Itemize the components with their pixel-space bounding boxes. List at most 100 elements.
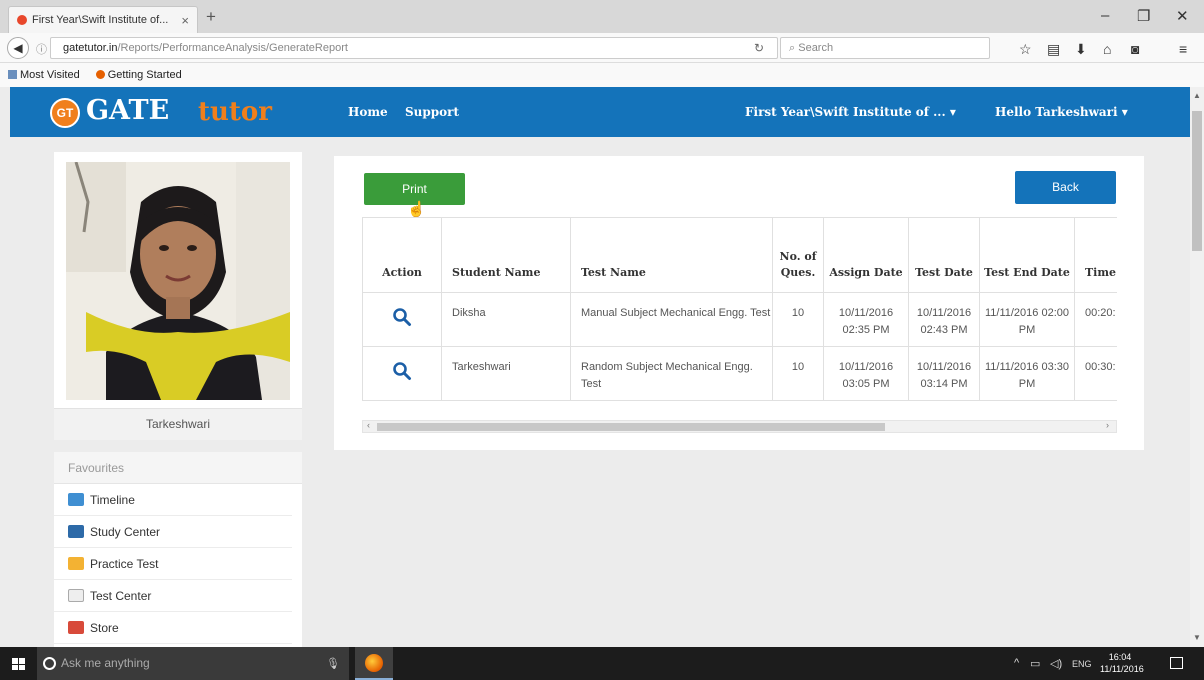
hand-cursor-icon: ☝ (407, 201, 426, 218)
magnifier-icon[interactable] (392, 307, 412, 327)
scrollbar-thumb[interactable] (1192, 111, 1202, 251)
window-close-icon[interactable]: ✕ (1176, 7, 1189, 25)
url-path: /Reports/PerformanceAnalysis/GenerateRep… (117, 42, 348, 54)
info-icon[interactable]: ⓘ (36, 41, 47, 57)
cortana-search-box[interactable]: Ask me anything (37, 647, 349, 680)
url-host: gatetutor.in (63, 42, 118, 54)
column-header[interactable]: Student Name (441, 217, 571, 293)
scroll-up-icon[interactable]: ▲ (1193, 91, 1201, 100)
scroll-right-icon[interactable]: › (1106, 420, 1109, 430)
site-favicon-icon (17, 15, 27, 25)
reading-list-icon[interactable]: ▤ (1047, 41, 1060, 58)
fav-item-study-center[interactable]: Study Center (54, 516, 292, 548)
scroll-down-icon[interactable]: ▼ (1193, 633, 1201, 642)
microphone-icon[interactable]: 🎙 (326, 657, 340, 670)
pocket-icon[interactable]: ◙ (1131, 41, 1139, 57)
column-header[interactable]: Test End Date (979, 217, 1075, 293)
column-header[interactable]: Action (362, 217, 442, 293)
bookmark-most-visited[interactable]: Most Visited (8, 69, 88, 81)
restore-icon[interactable]: ❐ (1137, 7, 1150, 25)
search-icon: ⌕ (789, 42, 796, 54)
firefox-icon (365, 654, 383, 672)
firefox-icon (95, 70, 105, 79)
network-icon[interactable]: ▭ (1030, 657, 1040, 670)
student-name-cell: Tarkeshwari (441, 346, 571, 401)
clock-date: 11/11/2016 (1100, 664, 1144, 674)
fav-item-test-center[interactable]: Test Center (54, 580, 292, 612)
column-header[interactable]: Test Name (570, 217, 773, 293)
test-name-cell: Manual Subject Mechanical Engg. Test (570, 292, 773, 347)
logo-gate-text[interactable]: GATE (86, 95, 169, 126)
address-bar[interactable]: gatetutor.in/Reports/PerformanceAnalysis… (50, 37, 778, 59)
logo-badge[interactable]: GT (50, 98, 80, 128)
table-horizontal-scrollbar[interactable]: ‹ › (362, 420, 1117, 433)
windows-start-icon[interactable] (12, 658, 25, 670)
browser-search-input[interactable]: ⌕ Search (780, 37, 990, 59)
student-name-cell: Diksha (441, 292, 571, 347)
profile-card: Tarkeshwari (54, 152, 302, 440)
table-header-row: Action Student Name Test Name No. of Que… (362, 217, 1117, 293)
institute-menu[interactable]: First Year\Swift Institute of ... ▾ (745, 105, 956, 119)
report-table: Action Student Name Test Name No. of Que… (362, 217, 1117, 401)
fav-item-timeline[interactable]: Timeline (54, 484, 292, 516)
action-cell (362, 346, 442, 401)
test-date-cell: 10/11/2016 03:14 PM (908, 346, 980, 401)
clock-time: 16:04 (1108, 652, 1132, 662)
browser-back-button[interactable]: ◀ (7, 37, 29, 59)
favourites-panel: Favourites Timeline Study Center Practic… (54, 452, 302, 648)
volume-icon[interactable]: ◁) (1050, 657, 1062, 670)
time-cell: 00:20: (1074, 292, 1117, 347)
arrow-left-icon: ◀ (13, 41, 23, 55)
page-scrollbar[interactable]: ▲ ▼ (1190, 87, 1204, 647)
report-table-container: Action Student Name Test Name No. of Que… (362, 217, 1117, 403)
fav-item-practice-test[interactable]: Practice Test (54, 548, 292, 580)
horizontal-scroll-thumb[interactable] (377, 423, 885, 431)
test-center-icon (68, 589, 84, 602)
bookmark-getting-started[interactable]: Getting Started (95, 69, 190, 81)
table-row: Diksha Manual Subject Mechanical Engg. T… (362, 292, 1117, 347)
test-date-cell: 10/11/2016 02:43 PM (908, 292, 980, 347)
column-header[interactable]: Time (1074, 217, 1117, 293)
study-center-icon (68, 525, 84, 538)
reload-icon[interactable]: ↻ (754, 41, 764, 55)
back-button[interactable]: Back (1015, 171, 1116, 204)
logo-tutor-text[interactable]: tutor (198, 97, 272, 127)
home-icon[interactable]: ⌂ (1103, 41, 1111, 57)
minimize-icon[interactable]: – (1101, 7, 1109, 24)
question-count-cell: 10 (772, 292, 824, 347)
browser-tab[interactable]: First Year\Swift Institute of... × (8, 6, 198, 33)
bookmarks-bar: Most Visited Getting Started (0, 63, 1204, 87)
download-icon[interactable]: ⬇ (1075, 41, 1087, 58)
profile-name: Tarkeshwari (54, 408, 302, 440)
close-tab-icon[interactable]: × (181, 13, 189, 28)
action-center-icon[interactable] (1170, 657, 1183, 669)
menu-icon[interactable]: ≡ (1179, 41, 1187, 57)
app-header: GT GATE tutor Home Support First Year\Sw… (10, 87, 1190, 137)
new-tab-icon[interactable]: + (206, 7, 216, 27)
firefox-taskbar-button[interactable] (355, 647, 393, 680)
column-header[interactable]: Assign Date (823, 217, 909, 293)
report-panel: Print ☝ Back Action Student Name Test Na… (334, 156, 1144, 450)
test-name-cell: Random Subject Mechanical Engg. Test (570, 346, 773, 401)
timeline-icon (68, 493, 84, 506)
magnifier-icon[interactable] (392, 361, 412, 381)
column-header[interactable]: Test Date (908, 217, 980, 293)
language-indicator[interactable]: ENG (1072, 659, 1092, 669)
scroll-left-icon[interactable]: ‹ (367, 420, 370, 430)
nav-support[interactable]: Support (405, 105, 459, 119)
system-clock[interactable]: 16:04 11/11/2016 (1100, 651, 1144, 675)
nav-home[interactable]: Home (348, 105, 388, 119)
fav-item-store[interactable]: Store (54, 612, 292, 644)
cortana-icon (43, 657, 56, 670)
time-cell: 00:30: (1074, 346, 1117, 401)
end-date-cell: 11/11/2016 03:30 PM (979, 346, 1075, 401)
table-row: Tarkeshwari Random Subject Mechanical En… (362, 346, 1117, 401)
action-cell (362, 292, 442, 347)
show-hidden-icons-icon[interactable]: ^ (1014, 657, 1019, 669)
profile-photo[interactable] (66, 162, 290, 400)
cortana-placeholder: Ask me anything (61, 656, 150, 670)
column-header[interactable]: No. of Ques. (772, 217, 824, 293)
tab-title: First Year\Swift Institute of... (32, 14, 169, 26)
bookmark-star-icon[interactable]: ☆ (1019, 41, 1032, 58)
user-menu[interactable]: Hello Tarkeshwari ▾ (995, 105, 1128, 119)
